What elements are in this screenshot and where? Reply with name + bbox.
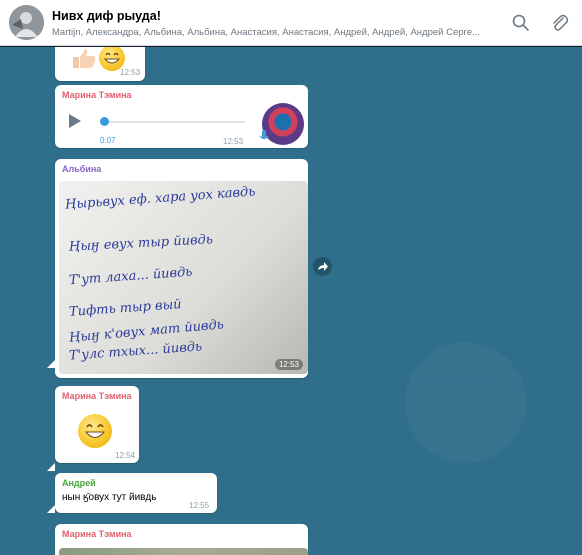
thumbs-up-icon	[71, 47, 97, 69]
message-time: 12:53	[223, 137, 244, 146]
voice-progress-track[interactable]	[100, 121, 245, 123]
message-time: 12:53	[274, 359, 303, 370]
message-text: нын ӄ̆овух тут йивдь	[62, 492, 157, 503]
message-time: 12:55	[189, 501, 210, 510]
voice-message[interactable]: Марина Тэмина 0:07 12:53	[55, 85, 308, 148]
sender-name[interactable]: Альбина	[62, 164, 101, 174]
handwriting-line: Ңырьвух еф. хара уох кавдь	[64, 184, 256, 213]
sender-name[interactable]: Марина Тэмина	[62, 529, 132, 539]
paperclip-icon[interactable]	[549, 12, 571, 34]
sender-name[interactable]: Андрей	[62, 478, 96, 488]
chat-area[interactable]: 12:53 Марина Тэмина 0:07 12:53 Альбина Ң…	[0, 47, 582, 555]
handwriting-line: Т'ут лаха... йивдь	[68, 264, 193, 289]
bubble-tail	[47, 463, 55, 471]
grinning-face-icon	[78, 414, 112, 448]
chat-title[interactable]: Нивх диф рыуда!	[52, 9, 161, 23]
microphone-icon	[259, 129, 269, 143]
sticker-message[interactable]: 12:53	[55, 47, 145, 81]
voice-progress-knob[interactable]	[100, 117, 109, 126]
chat-header: Нивх диф рыуда! Martijn, Александра, Аль…	[0, 0, 582, 46]
text-message[interactable]: Андрей нын ӄ̆овух тут йивдь 12:55	[55, 473, 217, 513]
sender-name[interactable]: Марина Тэмина	[62, 391, 132, 401]
voice-duration: 0:07	[100, 136, 116, 145]
members-list[interactable]: Martijn, Александра, Альбина, Альбина, А…	[52, 27, 492, 38]
photo-message[interactable]: Альбина Ңырьвух еф. хара уох кавдь Ңыӈ е…	[55, 159, 308, 378]
handwriting-line: Тифть тыр вый	[68, 297, 183, 320]
handwriting-line: Ңыӈ евух тыр йивдь	[68, 232, 214, 255]
message-time: 12:54	[115, 451, 136, 460]
share-icon[interactable]	[313, 257, 332, 276]
sender-name[interactable]: Марина Тэмина	[62, 90, 132, 100]
message-time: 12:53	[120, 68, 141, 77]
play-icon[interactable]	[69, 114, 81, 128]
emoji-message[interactable]: Марина Тэмина 12:54	[55, 386, 139, 463]
search-icon[interactable]	[510, 12, 532, 34]
photo-message[interactable]: Марина Тэмина	[55, 524, 308, 555]
bubble-tail	[47, 360, 55, 368]
photo-preview[interactable]	[59, 548, 308, 555]
bubble-tail	[47, 505, 55, 513]
handwriting-photo[interactable]: Ңырьвух еф. хара уох кавдь Ңыӈ евух тыр …	[59, 181, 308, 374]
group-avatar[interactable]	[9, 5, 44, 40]
